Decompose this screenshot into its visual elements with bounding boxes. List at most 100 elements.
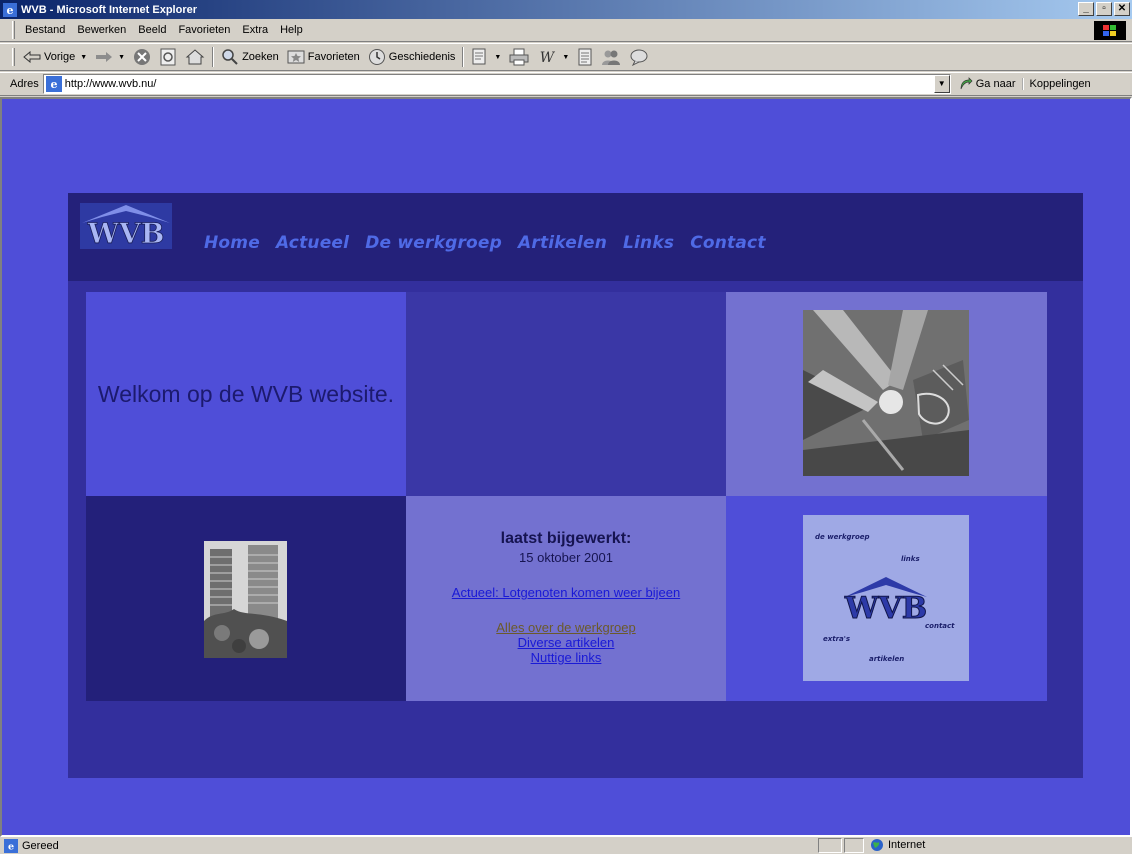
forward-arrow-icon	[96, 52, 113, 62]
news-link[interactable]: Actueel: Lotgenoten komen weer bijeen	[406, 585, 726, 600]
address-label: Adres	[10, 78, 39, 90]
back-button[interactable]: Vorige ▼	[19, 45, 91, 69]
toolbar-separator	[462, 47, 465, 67]
svg-text:contact: contact	[925, 622, 955, 630]
main-nav: Home Actueel De werkgroep Artikelen Link…	[204, 233, 766, 253]
back-label: Vorige	[44, 51, 76, 63]
building-photo	[204, 541, 287, 658]
chat-button[interactable]	[625, 45, 653, 69]
chat-bubble-icon	[630, 49, 648, 66]
page-icon: e	[45, 76, 62, 92]
home-button[interactable]	[181, 45, 209, 69]
nav-contact[interactable]: Contact	[690, 233, 765, 253]
toolbar-separator	[212, 47, 215, 67]
forward-button[interactable]: ▼	[91, 45, 129, 69]
address-input[interactable]: e http://www.wvb.nu/ ▼	[42, 74, 951, 94]
svg-text:e: e	[8, 841, 14, 852]
stop-icon	[134, 49, 151, 65]
zone-label: Internet	[888, 839, 926, 851]
go-arrow-icon	[960, 77, 973, 90]
security-zone: Internet	[870, 838, 925, 852]
history-label: Geschiedenis	[388, 51, 456, 63]
back-arrow-icon	[23, 51, 41, 63]
menu-bar: Bestand Bewerken Beeld Favorieten Extra …	[0, 19, 1132, 42]
address-bar: Adres e http://www.wvb.nu/ ▼ Ga naar Kop…	[0, 72, 1132, 96]
nav-werkgroep[interactable]: De werkgroep	[365, 233, 502, 253]
welcome-text: Welkom op de WVB website.	[97, 381, 395, 407]
menu-favorieten[interactable]: Favorieten	[172, 24, 236, 36]
address-dropdown-button[interactable]: ▼	[933, 75, 950, 93]
chevron-down-icon[interactable]: ▼	[494, 54, 501, 61]
nav-actueel[interactable]: Actueel	[276, 233, 349, 253]
svg-text:WVB: WVB	[844, 591, 927, 626]
chevron-down-icon[interactable]: ▼	[562, 54, 569, 61]
close-button[interactable]: ✕	[1114, 2, 1130, 16]
print-icon	[509, 48, 529, 66]
favorites-button[interactable]: Favorieten	[283, 45, 364, 69]
status-panel	[844, 838, 864, 853]
minimize-button[interactable]: _	[1078, 2, 1094, 16]
refresh-button[interactable]	[155, 45, 181, 69]
links-button[interactable]: Koppelingen	[1021, 78, 1091, 90]
menu-beeld[interactable]: Beeld	[132, 24, 172, 36]
edit-word-button[interactable]: W ▼	[533, 45, 573, 69]
discuss-button[interactable]	[573, 45, 597, 69]
menu-help[interactable]: Help	[274, 24, 309, 36]
stop-button[interactable]	[129, 45, 155, 69]
link-werkgroep[interactable]: Alles over de werkgroep	[406, 620, 726, 635]
mail-icon	[472, 48, 486, 65]
empty-panel	[406, 292, 726, 496]
updates-panel: laatst bijgewerkt: 15 oktober 2001 Actue…	[406, 496, 726, 701]
document-icon	[578, 48, 592, 66]
toolbar-grip[interactable]	[12, 48, 15, 66]
menu-bestand[interactable]: Bestand	[19, 24, 71, 36]
page-viewport[interactable]: WVB Home Actueel De werkgroep Artikelen …	[0, 97, 1132, 837]
svg-text:WVB: WVB	[87, 217, 165, 249]
nav-artikelen[interactable]: Artikelen	[518, 233, 607, 253]
updated-date: 15 oktober 2001	[519, 550, 613, 565]
ie-icon: e	[3, 2, 17, 17]
link-artikelen[interactable]: Diverse artikelen	[406, 635, 726, 650]
site-frame: WVB Home Actueel De werkgroep Artikelen …	[68, 193, 1083, 778]
status-text: Gereed	[22, 839, 59, 852]
title-bar: e WVB - Microsoft Internet Explorer _ ▫ …	[0, 0, 1132, 19]
chevron-down-icon[interactable]: ▼	[118, 54, 125, 61]
search-icon	[222, 49, 238, 65]
building-photo-panel	[86, 496, 406, 701]
menu-bewerken[interactable]: Bewerken	[71, 24, 132, 36]
toolbar-grip[interactable]	[12, 21, 15, 39]
print-button[interactable]	[505, 45, 533, 69]
logo-collage-panel: de werkgroep links contact extra's artik…	[726, 496, 1047, 701]
site-header: WVB Home Actueel De werkgroep Artikelen …	[68, 193, 1083, 281]
window-title: WVB - Microsoft Internet Explorer	[21, 3, 198, 16]
menu-extra[interactable]: Extra	[236, 24, 274, 36]
svg-text:de werkgroep: de werkgroep	[815, 533, 870, 541]
link-nuttige-links[interactable]: Nuttige links	[406, 650, 726, 665]
wvb-logo[interactable]: WVB	[80, 203, 172, 249]
svg-text:e: e	[50, 78, 57, 91]
wvb-logo-collage[interactable]: de werkgroep links contact extra's artik…	[803, 515, 969, 681]
go-button[interactable]: Ga naar	[959, 77, 1016, 91]
mail-button[interactable]: ▼	[467, 45, 505, 69]
svg-text:W: W	[540, 50, 556, 66]
people-icon	[602, 50, 621, 65]
status-panel	[818, 838, 842, 853]
status-bar: e Gereed Internet	[0, 837, 1132, 854]
refresh-icon	[160, 48, 176, 66]
svg-text:extra's: extra's	[823, 635, 850, 643]
restore-button[interactable]: ▫	[1096, 2, 1112, 16]
svg-text:e: e	[7, 4, 14, 17]
windows-logo-icon	[1094, 21, 1126, 40]
chevron-down-icon[interactable]: ▼	[80, 54, 87, 61]
status-message: e Gereed	[4, 838, 59, 853]
nav-links[interactable]: Links	[623, 233, 674, 253]
messenger-button[interactable]	[597, 45, 625, 69]
page-status-icon: e	[4, 838, 18, 853]
address-url: http://www.wvb.nu/	[64, 78, 157, 90]
globe-icon	[871, 839, 883, 851]
word-icon: W	[540, 50, 556, 66]
favorites-label: Favorieten	[307, 51, 360, 63]
history-button[interactable]: Geschiedenis	[364, 45, 460, 69]
nav-home[interactable]: Home	[204, 233, 260, 253]
search-button[interactable]: Zoeken	[217, 45, 283, 69]
